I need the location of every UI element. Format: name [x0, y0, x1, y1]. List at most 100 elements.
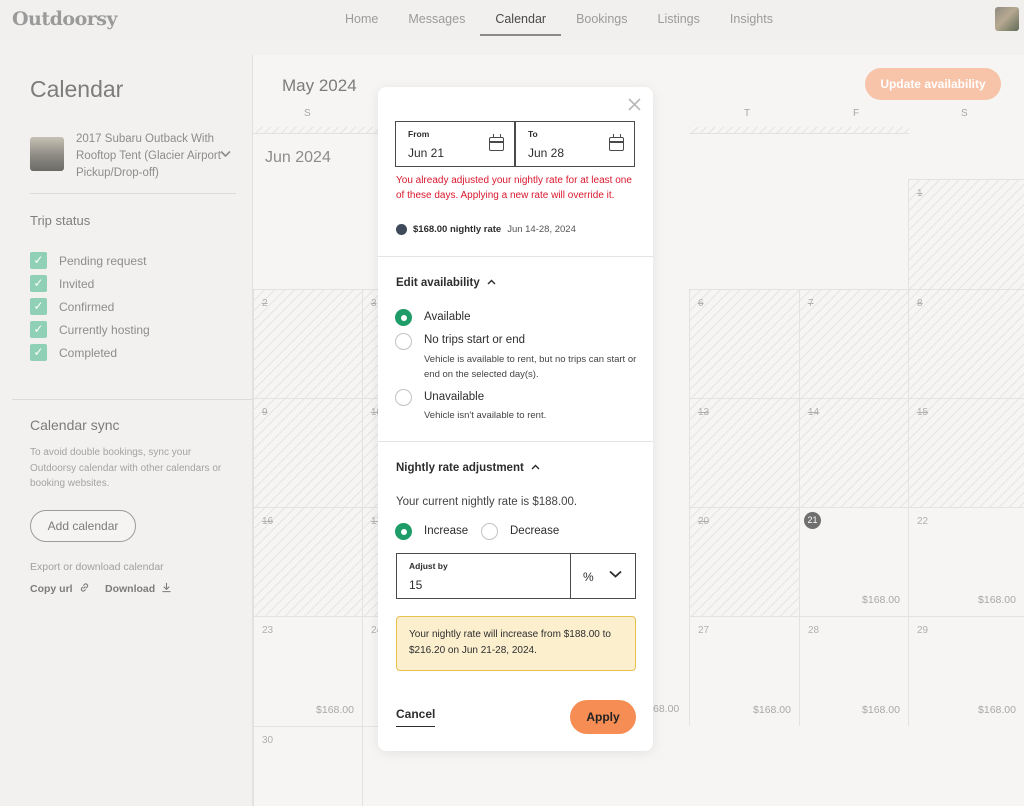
checkbox-label: Confirmed — [59, 299, 115, 314]
divider — [30, 193, 236, 194]
may-row-hatch — [689, 127, 909, 134]
field-separator — [570, 554, 571, 598]
unit-select-value[interactable]: % — [583, 570, 594, 584]
avatar[interactable] — [995, 7, 1019, 31]
cancel-button[interactable]: Cancel — [396, 707, 436, 727]
calendar-icon[interactable] — [609, 134, 624, 151]
radio-label-unavailable: Unavailable — [424, 391, 485, 403]
calendar-day-10[interactable]: 10 — [362, 398, 382, 507]
trip-status-completed[interactable]: ✓ Completed — [30, 341, 150, 364]
adjust-by-input[interactable]: 15 — [409, 578, 422, 592]
radio-unavailable[interactable] — [395, 389, 412, 406]
to-date-field[interactable]: To Jun 28 — [515, 121, 635, 167]
day-of-week: F — [853, 108, 860, 119]
calendar-day-8[interactable]: 8 — [908, 289, 1024, 398]
calendar-day-23[interactable]: 23 $168.00 — [253, 616, 362, 726]
day-price: $168.00 — [753, 704, 791, 716]
nav-item-bookings[interactable]: Bookings — [561, 0, 642, 36]
trip-status-pending[interactable]: ✓ Pending request — [30, 249, 150, 272]
vehicle-selector[interactable]: 2017 Subaru Outback With Rooftop Tent (G… — [30, 131, 240, 181]
day-price: $168.00 — [978, 704, 1016, 716]
day-price: $168.00 — [316, 704, 354, 716]
adjust-by-field: Adjust by 15 % — [396, 553, 636, 599]
checkbox-checked-icon[interactable]: ✓ — [30, 298, 47, 315]
calendar-icon[interactable] — [489, 134, 504, 151]
availability-modal: From Jun 21 To Jun 28 You already adjust… — [378, 87, 653, 751]
sidebar: Calendar 2017 Subaru Outback With Roofto… — [12, 55, 253, 806]
calendar-sync-title: Calendar sync — [30, 417, 120, 433]
checkbox-checked-icon[interactable]: ✓ — [30, 344, 47, 361]
trip-status-invited[interactable]: ✓ Invited — [30, 272, 150, 295]
calendar-day-6[interactable]: 6 — [689, 289, 799, 398]
calendar-day-20[interactable]: 20 — [689, 507, 799, 616]
calendar-day-22[interactable]: 22 $168.00 — [908, 507, 1024, 616]
calendar-day-1[interactable]: 1 — [908, 179, 1024, 289]
radio-no-trips[interactable] — [395, 333, 412, 350]
checkbox-checked-icon[interactable]: ✓ — [30, 252, 47, 269]
calendar-day-15[interactable]: 15 — [908, 398, 1024, 507]
month-title-may: May 2024 — [282, 76, 357, 95]
nav-item-messages[interactable]: Messages — [393, 0, 480, 36]
calendar-day-7[interactable]: 7 — [799, 289, 908, 398]
to-label: To — [528, 129, 538, 139]
rate-adjustment-title: Nightly rate adjustment — [396, 462, 524, 474]
calendar-day-21[interactable]: 21 $168.00 — [799, 507, 908, 616]
edit-availability-toggle[interactable]: Edit availability — [396, 277, 496, 289]
rate-adjustment-toggle[interactable]: Nightly rate adjustment — [396, 462, 540, 474]
radio-available[interactable] — [395, 309, 412, 326]
add-calendar-button[interactable]: Add calendar — [30, 510, 136, 542]
apply-button[interactable]: Apply — [570, 700, 636, 734]
nav-item-home[interactable]: Home — [330, 0, 393, 36]
logo[interactable]: Outdoorsy — [12, 8, 118, 30]
calendar-day-2[interactable]: 2 — [253, 289, 362, 398]
export-label: Export or download calendar — [30, 561, 164, 573]
nav-item-insights[interactable]: Insights — [715, 0, 788, 36]
existing-rate: $168.00 nightly rate Jun 14-28, 2024 — [396, 224, 576, 235]
calendar-day-29[interactable]: 29 $168.00 — [908, 616, 1024, 726]
calendar-day-27[interactable]: 27 $168.00 — [689, 616, 799, 726]
trip-status-hosting[interactable]: ✓ Currently hosting — [30, 318, 150, 341]
vehicle-name: 2017 Subaru Outback With Rooftop Tent (G… — [76, 133, 221, 179]
calendar-day-28[interactable]: 28 $168.00 — [799, 616, 908, 726]
adjust-by-label: Adjust by — [409, 561, 448, 571]
radio-label-no-trips: No trips start or end — [424, 334, 525, 346]
nav-item-listings[interactable]: Listings — [643, 0, 715, 36]
calendar-day-13[interactable]: 13 — [689, 398, 799, 507]
day-price: $168.00 — [862, 704, 900, 716]
trip-status-confirmed[interactable]: ✓ Confirmed — [30, 295, 150, 318]
radio-label-increase: Increase — [424, 525, 469, 537]
copy-url-link[interactable]: Copy url — [30, 582, 90, 595]
update-availability-button[interactable]: Update availability — [865, 68, 1001, 100]
override-warning: You already adjusted your nightly rate f… — [396, 175, 632, 201]
edit-availability-title: Edit availability — [396, 277, 480, 289]
chevron-down-icon[interactable] — [609, 566, 622, 581]
calendar-day-24[interactable]: 24 — [362, 616, 382, 726]
nav-item-calendar[interactable]: Calendar — [480, 0, 562, 36]
download-link[interactable]: Download — [105, 582, 172, 595]
calendar-day-9[interactable]: 9 — [253, 398, 362, 507]
radio-decrease[interactable] — [481, 523, 498, 540]
calendar-day-14[interactable]: 14 — [799, 398, 908, 507]
trip-status-list: ✓ Pending request ✓ Invited ✓ Confirmed … — [30, 249, 150, 364]
calendar-day-17[interactable]: 17 — [362, 507, 382, 616]
checkbox-checked-icon[interactable]: ✓ — [30, 275, 47, 292]
day-of-week: S — [304, 108, 311, 119]
rate-change-notice: Your nightly rate will increase from $18… — [396, 616, 636, 671]
calendar-day-16[interactable]: 16 — [253, 507, 362, 616]
chevron-down-icon — [220, 147, 231, 161]
nav-items: Home Messages Calendar Bookings Listings… — [330, 0, 788, 40]
existing-rate-amount: $168.00 nightly rate — [413, 224, 502, 235]
today-marker: 21 — [804, 512, 821, 529]
day-price: $168.00 — [862, 594, 900, 606]
from-date-field[interactable]: From Jun 21 — [395, 121, 515, 167]
checkbox-checked-icon[interactable]: ✓ — [30, 321, 47, 338]
calendar-day-30[interactable]: 30 — [253, 726, 362, 806]
calendar-day-3[interactable]: 3 — [362, 289, 378, 398]
day-of-week: T — [744, 108, 751, 119]
to-value: Jun 28 — [528, 146, 565, 160]
from-value: Jun 21 — [408, 146, 445, 160]
current-rate-text: Your current nightly rate is $188.00. — [396, 496, 578, 508]
checkbox-label: Invited — [59, 276, 95, 291]
radio-increase[interactable] — [395, 523, 412, 540]
close-icon[interactable] — [628, 96, 641, 116]
